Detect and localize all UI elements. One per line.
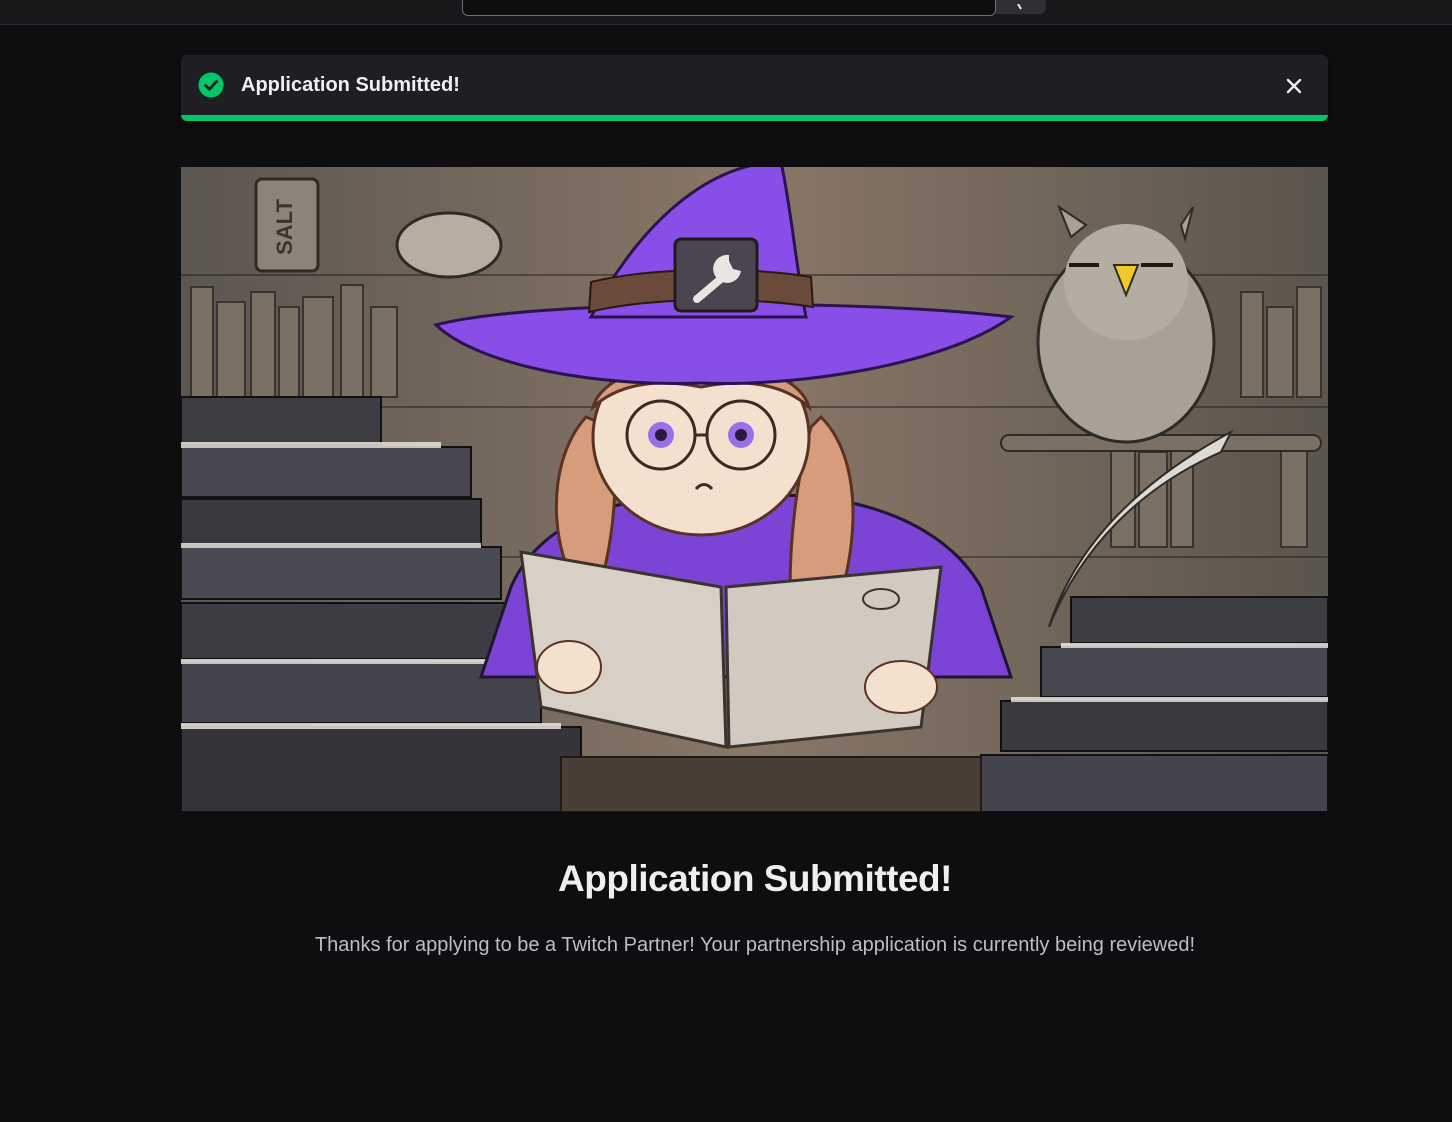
confirmation-message: Thanks for applying to be a Twitch Partn… [314, 934, 1196, 956]
toast-close-button[interactable] [1282, 74, 1306, 98]
search-button[interactable] [996, 0, 1046, 14]
search-icon [1017, 4, 1022, 10]
page-title: Application Submitted! [558, 858, 952, 899]
witch-library-illustration: SALT [181, 167, 1328, 812]
svg-text:SALT: SALT [272, 199, 297, 255]
close-icon [1286, 78, 1302, 94]
toast-message: Application Submitted! [241, 74, 460, 96]
top-nav-bar [0, 0, 1452, 25]
search-input[interactable] [462, 0, 996, 16]
salt-jar: SALT [254, 177, 320, 273]
success-toast: Application Submitted! [181, 55, 1328, 121]
toast-progress-bar [181, 115, 1328, 121]
check-circle-icon [198, 72, 224, 98]
illustration-image: SALT [181, 167, 1328, 812]
